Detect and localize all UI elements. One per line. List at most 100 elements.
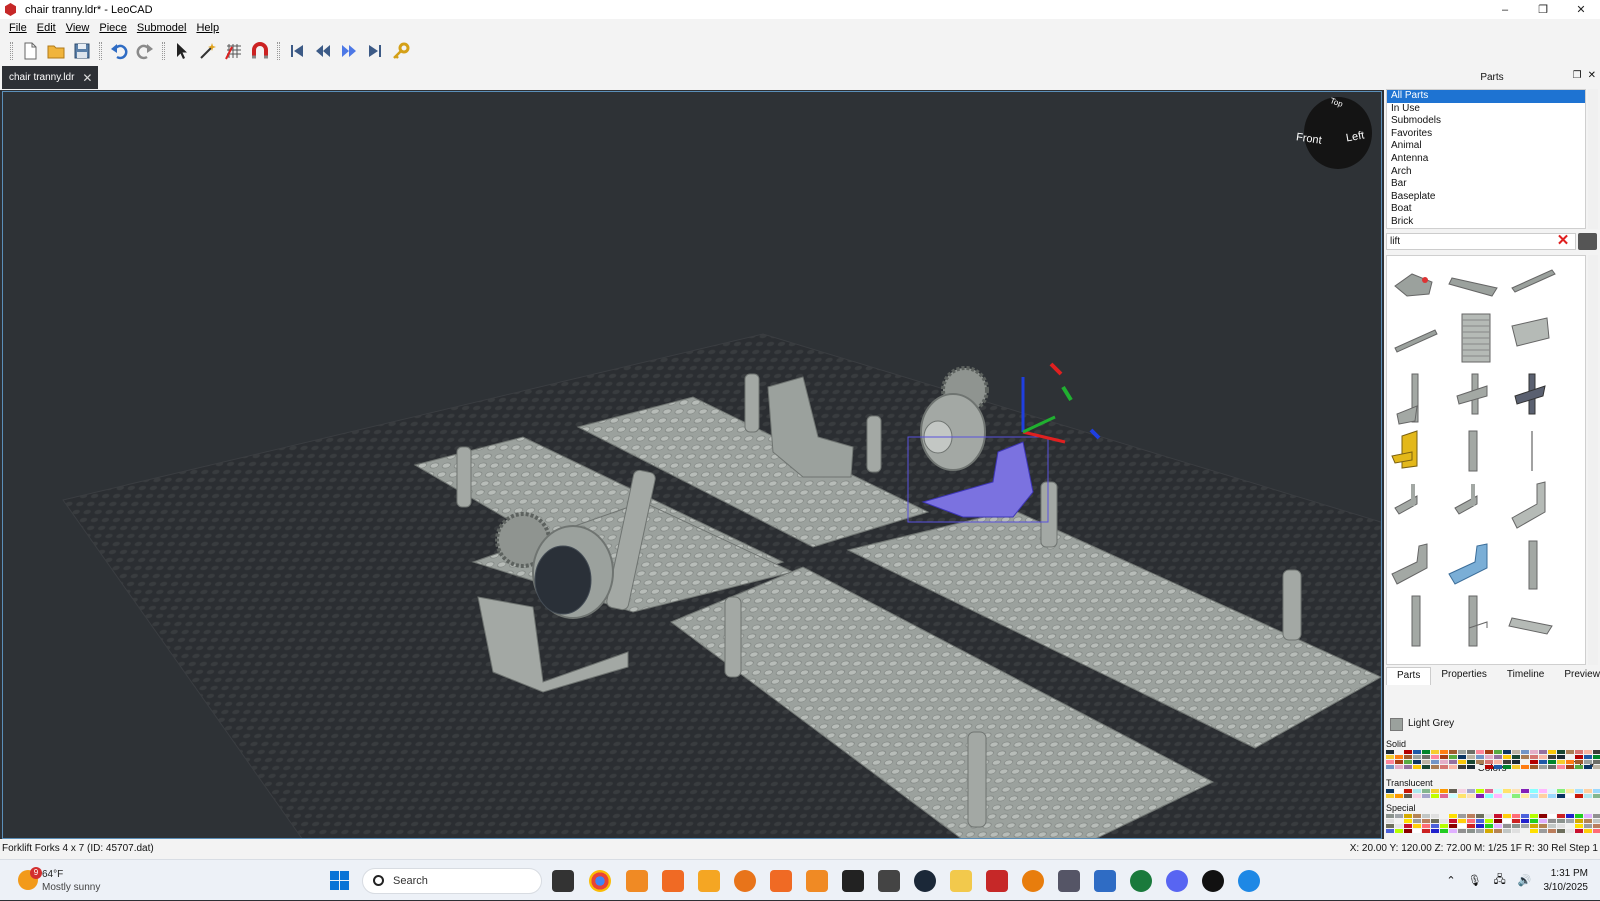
view-sphere[interactable]: Front Left Top (1295, 96, 1372, 169)
color-swatch[interactable] (1593, 750, 1600, 754)
new-file-button[interactable] (17, 39, 43, 63)
part-thumbnail[interactable] (1514, 373, 1546, 415)
color-swatch[interactable] (1512, 750, 1520, 754)
color-swatch[interactable] (1485, 794, 1493, 798)
color-swatch[interactable] (1386, 819, 1394, 823)
color-swatch[interactable] (1584, 824, 1592, 828)
color-swatch[interactable] (1440, 794, 1448, 798)
part-thumbnail[interactable] (1394, 484, 1418, 515)
color-swatch[interactable] (1395, 765, 1403, 769)
color-swatch[interactable] (1593, 765, 1600, 769)
color-swatch[interactable] (1503, 789, 1511, 793)
color-swatch[interactable] (1557, 794, 1565, 798)
color-swatch[interactable] (1458, 755, 1466, 759)
part-thumbnail[interactable] (1528, 540, 1538, 590)
color-swatch[interactable] (1476, 824, 1484, 828)
color-swatch[interactable] (1593, 789, 1600, 793)
color-swatch[interactable] (1458, 829, 1466, 833)
category-item[interactable]: Boat (1387, 203, 1585, 216)
category-item[interactable]: Brick (1387, 216, 1585, 228)
color-swatch[interactable] (1566, 765, 1574, 769)
menu-piece[interactable]: Piece (94, 22, 132, 34)
color-swatch[interactable] (1530, 819, 1538, 823)
view-sphere-left-label[interactable]: Left (1345, 129, 1365, 144)
color-swatch[interactable] (1404, 824, 1412, 828)
color-swatch[interactable] (1548, 814, 1556, 818)
color-swatch[interactable] (1422, 755, 1430, 759)
translucent-color-swatches[interactable] (1386, 789, 1600, 798)
color-swatch[interactable] (1539, 765, 1547, 769)
color-swatch[interactable] (1575, 789, 1583, 793)
color-swatch[interactable] (1575, 819, 1583, 823)
color-swatch[interactable] (1476, 765, 1484, 769)
color-swatch[interactable] (1584, 789, 1592, 793)
color-swatch[interactable] (1593, 824, 1600, 828)
color-swatch[interactable] (1404, 755, 1412, 759)
xbox-icon[interactable] (1130, 870, 1152, 892)
color-swatch[interactable] (1449, 819, 1457, 823)
toolbar-grip[interactable] (277, 41, 280, 60)
color-swatch[interactable] (1566, 819, 1574, 823)
special-color-swatches[interactable] (1386, 814, 1600, 833)
magic-wand-button[interactable] (195, 39, 221, 63)
epic-games-icon[interactable] (842, 870, 864, 892)
category-item[interactable]: Bar (1387, 178, 1585, 191)
color-swatch[interactable] (1422, 765, 1430, 769)
color-swatch[interactable] (1557, 789, 1565, 793)
color-swatch[interactable] (1530, 789, 1538, 793)
float-panel-icon[interactable]: ❐ (1573, 70, 1582, 81)
color-swatch[interactable] (1539, 794, 1547, 798)
color-swatch[interactable] (1548, 824, 1556, 828)
category-list[interactable]: All Parts In Use Submodels Favorites Ani… (1386, 89, 1586, 229)
category-item[interactable]: Submodels (1387, 115, 1585, 128)
color-swatch[interactable] (1449, 824, 1457, 828)
tab-close-icon[interactable]: ✕ (82, 71, 92, 85)
color-swatch[interactable] (1485, 789, 1493, 793)
part-thumbnail[interactable] (1511, 317, 1550, 347)
close-window-button[interactable]: ✕ (1562, 0, 1600, 19)
menu-help[interactable]: Help (191, 22, 224, 34)
color-swatch[interactable] (1413, 829, 1421, 833)
color-swatch[interactable] (1386, 829, 1394, 833)
color-swatch[interactable] (1440, 789, 1448, 793)
color-swatch[interactable] (1566, 794, 1574, 798)
color-swatch[interactable] (1422, 789, 1430, 793)
color-swatch[interactable] (1449, 750, 1457, 754)
color-swatch[interactable] (1566, 789, 1574, 793)
color-swatch[interactable] (1584, 814, 1592, 818)
select-tool-button[interactable] (169, 39, 195, 63)
color-swatch[interactable] (1503, 814, 1511, 818)
part-thumbnail[interactable] (1461, 313, 1491, 363)
color-swatch[interactable] (1557, 750, 1565, 754)
color-swatch[interactable] (1458, 794, 1466, 798)
color-swatch[interactable] (1485, 755, 1493, 759)
solid-color-swatches[interactable] (1386, 750, 1600, 769)
color-swatch[interactable] (1539, 789, 1547, 793)
color-swatch[interactable] (1476, 814, 1484, 818)
first-step-button[interactable] (284, 39, 310, 63)
color-swatch[interactable] (1476, 829, 1484, 833)
color-swatch[interactable] (1449, 794, 1457, 798)
color-swatch[interactable] (1485, 765, 1493, 769)
steam-icon[interactable] (914, 870, 936, 892)
microphone-icon[interactable]: 🎙 (1468, 874, 1482, 887)
color-swatch[interactable] (1395, 814, 1403, 818)
color-swatch[interactable] (1467, 829, 1475, 833)
color-swatch[interactable] (1494, 794, 1502, 798)
color-swatch[interactable] (1539, 814, 1547, 818)
color-swatch[interactable] (1449, 789, 1457, 793)
color-swatch[interactable] (1566, 750, 1574, 754)
color-swatch[interactable] (1530, 794, 1538, 798)
color-swatch[interactable] (1548, 750, 1556, 754)
color-swatch[interactable] (1404, 819, 1412, 823)
blender-icon[interactable] (1022, 870, 1044, 892)
color-swatch[interactable] (1467, 814, 1475, 818)
color-swatch[interactable] (1404, 814, 1412, 818)
redo-button[interactable] (132, 39, 158, 63)
app-icon-7[interactable] (1238, 870, 1260, 892)
color-swatch[interactable] (1494, 760, 1502, 764)
color-swatch[interactable] (1440, 824, 1448, 828)
color-swatch[interactable] (1593, 819, 1600, 823)
color-swatch[interactable] (1566, 824, 1574, 828)
color-swatch[interactable] (1467, 755, 1475, 759)
